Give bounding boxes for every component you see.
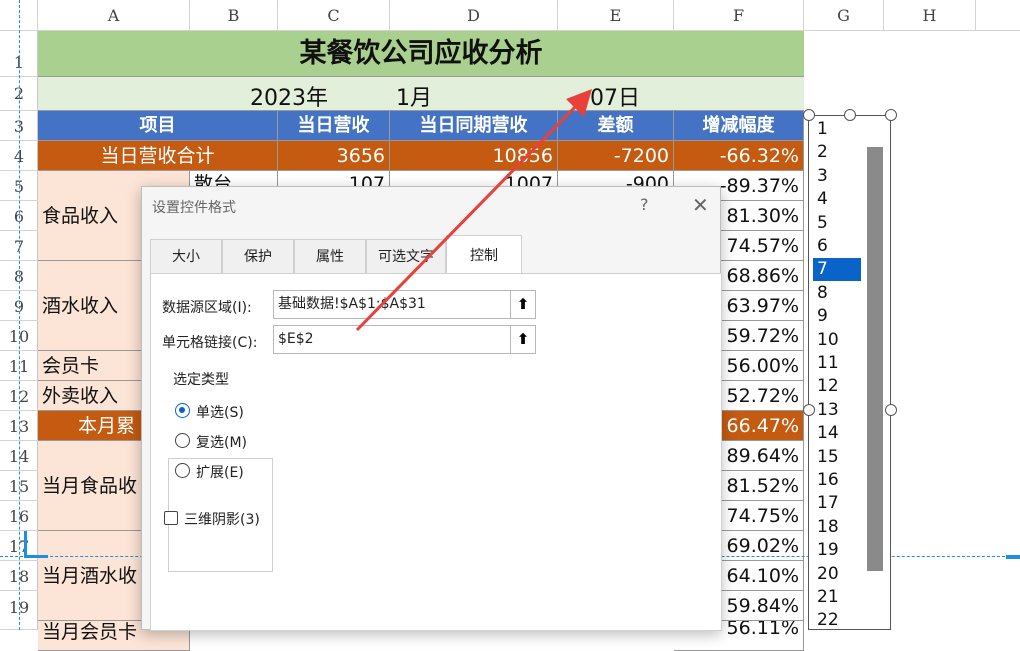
annotation-arrow [355, 89, 592, 332]
arrow-shaft [355, 102, 580, 332]
